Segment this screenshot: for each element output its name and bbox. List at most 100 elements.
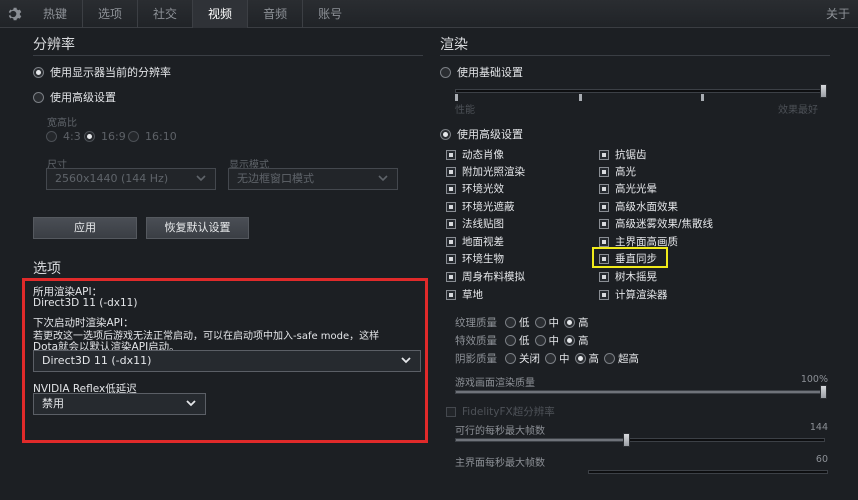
checkbox[interactable] — [446, 406, 456, 417]
radio-button[interactable] — [604, 353, 615, 364]
checkbox-high-quality-water[interactable]: 高级水面效果 — [599, 199, 678, 214]
radio-button[interactable] — [564, 317, 575, 328]
about-link[interactable]: 关于 — [826, 0, 850, 28]
checkbox-tree-wind[interactable]: 树木摇晃 — [599, 269, 657, 284]
tab-account[interactable]: 账号 — [302, 0, 357, 28]
checkbox[interactable] — [599, 201, 609, 212]
checkbox-anti-aliasing[interactable]: 抗锯齿 — [599, 147, 647, 162]
effect-quality-high[interactable]: 高 — [564, 333, 589, 348]
checkbox-ambient-occlusion[interactable]: 环境光遮蔽 — [446, 199, 515, 214]
shadow-quality-high[interactable]: 高 — [574, 351, 599, 366]
checkbox[interactable] — [599, 218, 609, 229]
radio-aspect-16-9[interactable]: 16:9 — [84, 130, 126, 143]
slider-tick — [579, 94, 582, 101]
reset-defaults-button[interactable]: 恢复默认设置 — [146, 217, 249, 239]
radio-button[interactable] — [534, 317, 546, 328]
checkbox-compute-shaders[interactable]: 计算渲染器 — [599, 287, 668, 302]
checkbox-specular[interactable]: 高光 — [599, 164, 636, 179]
checkbox-animated-portraits[interactable]: 动态肖像 — [446, 147, 504, 162]
checkbox-normal-maps[interactable]: 法线贴图 — [446, 216, 504, 231]
checkbox[interactable] — [599, 236, 609, 247]
size-select[interactable]: 2560x1440 (144 Hz) — [46, 168, 216, 190]
checkbox-ground-parallax[interactable]: 地面视差 — [446, 234, 504, 249]
checkbox[interactable] — [446, 201, 456, 212]
slider-tick — [701, 94, 704, 101]
texture-quality-high[interactable]: 高 — [564, 315, 589, 330]
radio-button[interactable] — [534, 335, 546, 346]
checkbox-fog-caustics[interactable]: 高级迷雾效果/焦散线 — [599, 216, 713, 231]
resolution-section-title: 分辨率 — [33, 37, 75, 53]
checkbox-additive-light[interactable]: 附加光照渲染 — [446, 164, 525, 179]
basic-quality-slider-thumb[interactable] — [820, 84, 827, 98]
radio-button[interactable] — [128, 131, 139, 142]
radio-aspect-4-3[interactable]: 4:3 — [46, 130, 81, 143]
render-api-select[interactable]: Direct3D 11 (-dx11) — [33, 350, 421, 372]
tab-audio[interactable]: 音频 — [247, 0, 302, 28]
checkbox[interactable] — [446, 253, 456, 264]
checkbox[interactable] — [599, 166, 609, 177]
shadow-quality-medium[interactable]: 中 — [545, 351, 570, 366]
radio-button[interactable] — [440, 128, 451, 140]
effect-quality-medium[interactable]: 中 — [534, 333, 559, 348]
checkbox[interactable] — [446, 218, 456, 229]
effect-quality-low[interactable]: 低 — [505, 333, 530, 348]
checkbox[interactable] — [599, 289, 609, 300]
tab-video[interactable]: 视频 — [192, 0, 248, 28]
menu-fps-slider[interactable] — [588, 470, 828, 474]
shadow-quality-ultra[interactable]: 超高 — [604, 351, 639, 366]
radio-button[interactable] — [440, 66, 451, 78]
checkbox-grass[interactable]: 草地 — [446, 287, 483, 302]
checkbox[interactable] — [446, 166, 456, 177]
radio-button[interactable] — [84, 131, 95, 142]
aspect-ratio-label: 宽高比 — [47, 118, 77, 129]
checkbox[interactable] — [446, 271, 456, 282]
radio-button[interactable] — [505, 353, 516, 364]
radio-button[interactable] — [505, 317, 516, 328]
checkbox-ambient-creatures[interactable]: 环境生物 — [446, 251, 504, 266]
display-mode-select[interactable]: 无边框窗口模式 — [228, 168, 398, 190]
checkbox[interactable] — [446, 183, 456, 194]
shadow-quality-off[interactable]: 关闭 — [505, 351, 540, 366]
checkbox[interactable] — [446, 149, 456, 160]
api-value: Direct3D 11 (-dx11) — [33, 297, 138, 309]
checkbox[interactable] — [446, 236, 456, 247]
radio-use-display-resolution[interactable]: 使用显示器当前的分辨率 — [33, 64, 171, 80]
radio-button[interactable] — [574, 353, 586, 364]
radio-button[interactable] — [33, 91, 44, 103]
gear-icon[interactable] — [6, 5, 24, 23]
render-quality-slider-thumb[interactable] — [820, 385, 827, 399]
radio-button[interactable] — [33, 66, 44, 78]
checkbox-bloom[interactable]: 高光光晕 — [599, 181, 657, 196]
basic-quality-slider[interactable] — [455, 89, 825, 93]
texture-quality-low[interactable]: 低 — [505, 315, 530, 330]
slider-fill — [456, 439, 626, 441]
tab-options[interactable]: 选项 — [82, 0, 137, 28]
tab-social[interactable]: 社交 — [137, 0, 192, 28]
apply-button[interactable]: 应用 — [33, 217, 137, 239]
radio-button[interactable] — [505, 335, 516, 346]
reflex-select[interactable]: 禁用 — [33, 393, 206, 415]
render-divider — [440, 55, 830, 56]
checkbox[interactable] — [599, 149, 609, 160]
radio-aspect-16-10[interactable]: 16:10 — [128, 130, 177, 143]
radio-use-advanced-render[interactable]: 使用高级设置 — [440, 126, 523, 142]
radio-button[interactable] — [46, 131, 57, 142]
checkbox-ambient-light[interactable]: 环境光效 — [446, 181, 504, 196]
max-fps-slider-thumb[interactable] — [623, 433, 630, 447]
chevron-down-icon — [196, 175, 206, 182]
radio-use-advanced-resolution[interactable]: 使用高级设置 — [33, 89, 116, 105]
checkbox-fidelityfx[interactable]: FidelityFX超分辨率 — [446, 404, 555, 419]
radio-button[interactable] — [545, 353, 556, 364]
max-fps-slider[interactable] — [455, 438, 825, 442]
render-quality-slider[interactable] — [455, 390, 825, 394]
radio-use-basic-settings[interactable]: 使用基础设置 — [440, 64, 523, 80]
tab-hotkeys[interactable]: 热键 — [28, 0, 82, 28]
checkbox[interactable] — [446, 289, 456, 300]
checkbox[interactable] — [599, 271, 609, 282]
render-quality-value: 100% — [800, 374, 828, 385]
checkbox[interactable] — [599, 183, 609, 194]
slider-min-label: 性能 — [455, 105, 475, 116]
texture-quality-medium[interactable]: 中 — [534, 315, 559, 330]
checkbox-cloth-simulation[interactable]: 周身布料模拟 — [446, 269, 525, 284]
radio-button[interactable] — [564, 335, 575, 346]
